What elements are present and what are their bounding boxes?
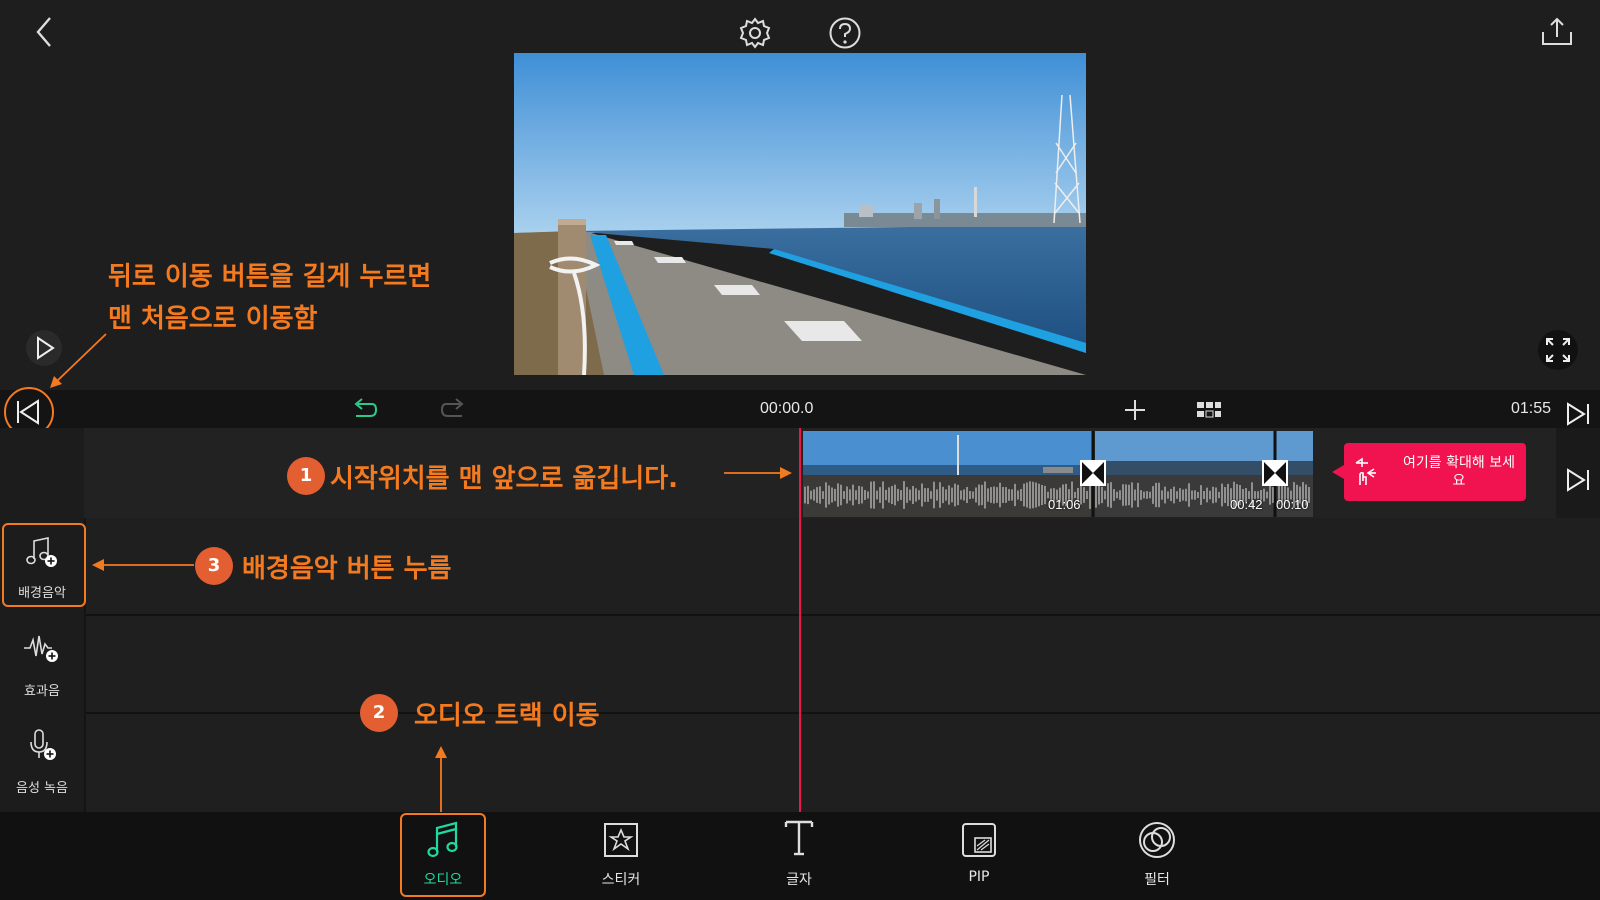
- track-divider: [84, 614, 1600, 616]
- next-frame-button[interactable]: [1564, 466, 1592, 494]
- annotation-arrow: [50, 333, 107, 388]
- nav-label: 필터: [1144, 872, 1170, 888]
- annotation-arrow: [724, 467, 792, 479]
- fullscreen-icon: [1546, 338, 1570, 362]
- annotation-arrow: [435, 746, 447, 812]
- question-circle-icon: [829, 17, 861, 49]
- settings-button[interactable]: [738, 16, 772, 50]
- track-divider: [84, 712, 1600, 714]
- grid-view-icon: [1197, 402, 1221, 418]
- microphone-add-icon[interactable]: [26, 728, 62, 768]
- pinch-zoom-icon: [1354, 457, 1378, 491]
- export-button[interactable]: [1540, 16, 1574, 48]
- redo-icon: [440, 398, 464, 417]
- add-icon: [1125, 400, 1145, 420]
- clip-duration: 00:42: [1230, 497, 1263, 512]
- clip-duration: 01:06: [1048, 497, 1081, 512]
- skip-to-end-icon: [1567, 402, 1589, 426]
- playhead[interactable]: [799, 428, 801, 812]
- filter-circles-icon: [1139, 822, 1175, 858]
- help-button[interactable]: [828, 16, 862, 50]
- current-time: 00:00.0: [760, 400, 814, 417]
- annotation-step2: 오디오 트랙 이동: [414, 701, 600, 731]
- next-frame-icon: [1567, 468, 1589, 492]
- fullscreen-button[interactable]: [1538, 330, 1578, 370]
- preview-frame: [514, 53, 1086, 375]
- gear-icon: [739, 17, 771, 49]
- rail-item-label: 효과음: [24, 684, 60, 699]
- music-note-add-icon: [24, 535, 60, 573]
- redo-button[interactable]: [440, 398, 468, 422]
- clip-duration: 00:10: [1276, 497, 1309, 512]
- back-button[interactable]: [30, 14, 58, 50]
- nav-label: 스티커: [601, 872, 641, 888]
- nav-item-sticker[interactable]: [603, 822, 639, 862]
- annotation-arrow: [92, 559, 194, 571]
- music-notes-icon: [426, 820, 462, 864]
- nav-label: 오디오: [423, 872, 463, 888]
- waveform-add-icon[interactable]: [22, 634, 62, 670]
- skip-to-end-button[interactable]: [1564, 400, 1592, 428]
- rail-item-label: 음성 녹음: [16, 781, 68, 796]
- nav-item-filter[interactable]: [1137, 820, 1177, 864]
- tip-pointer: [1332, 465, 1344, 479]
- text-t-icon: [784, 820, 814, 856]
- step-badge: 1: [287, 457, 325, 495]
- nav-label: PIP: [968, 869, 990, 885]
- annotation-back-tip: 맨 처음으로 이동함: [108, 304, 318, 334]
- transition-icon: [1082, 462, 1104, 484]
- transition-button-2[interactable]: [1262, 460, 1288, 486]
- transition-button-1[interactable]: [1080, 460, 1106, 486]
- video-preview[interactable]: [514, 53, 1086, 375]
- editor-screen: 00:00.0 01:55 01:06 00:42 00:10 여기를 확대해 …: [0, 0, 1600, 900]
- chevron-left-icon: [36, 17, 51, 47]
- step-badge: 2: [360, 694, 398, 732]
- undo-icon: [354, 398, 378, 417]
- sticker-star-icon: [604, 823, 638, 857]
- grid-view-button[interactable]: [1196, 400, 1222, 420]
- step-badge: 3: [195, 547, 233, 585]
- annotation-step1: 시작위치를 맨 앞으로 옮깁니다.: [330, 464, 678, 494]
- annotation-back-tip: 뒤로 이동 버튼을 길게 누르면: [108, 262, 432, 292]
- pip-icon: [962, 823, 996, 857]
- total-duration: 01:55: [1511, 400, 1552, 417]
- add-clip-button[interactable]: [1123, 398, 1147, 422]
- undo-button[interactable]: [350, 398, 378, 422]
- nav-item-text[interactable]: [782, 818, 816, 862]
- transition-icon: [1264, 462, 1286, 484]
- nav-item-pip[interactable]: [961, 822, 997, 862]
- rail-item-label: 배경음악: [18, 586, 66, 601]
- nav-label: 글자: [786, 872, 812, 888]
- share-upload-icon: [1542, 17, 1572, 45]
- annotation-step3: 배경음악 버튼 누름: [242, 554, 452, 584]
- zoom-tip-text: 여기를 확대해 보세요: [1403, 455, 1515, 489]
